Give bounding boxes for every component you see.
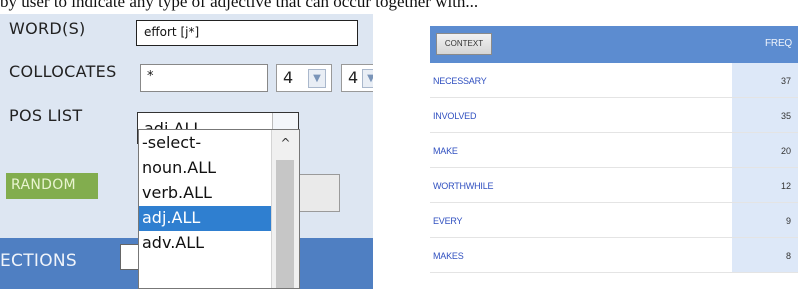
span-right-select[interactable]: 4 ▼ [341, 64, 373, 92]
freq-cell: 37 [732, 63, 798, 97]
pos-option-noun[interactable]: noun.ALL [139, 156, 271, 181]
table-row: MAKES 8 [430, 238, 798, 273]
span-left-value: 4 [283, 68, 294, 87]
results-table: CONTEXT FREQ NECESSARY 37 INVOLVED 35 MA… [430, 26, 798, 273]
pos-option-verb[interactable]: verb.ALL [139, 181, 271, 206]
freq-cell: 20 [732, 133, 798, 167]
span-left-select[interactable]: 4 ▼ [276, 64, 332, 92]
words-label: WORD(S) [9, 19, 86, 38]
table-row: INVOLVED 35 [430, 98, 798, 133]
result-freq: 35 [780, 111, 791, 121]
pos-option-adj[interactable]: adj.ALL [139, 206, 271, 231]
collocates-label: COLLOCATES [9, 62, 117, 81]
dropdown-scrollbar[interactable]: ^ [271, 130, 299, 288]
table-row: EVERY 9 [430, 203, 798, 238]
result-word-link[interactable]: NECESSARY [433, 76, 487, 86]
result-freq: 9 [785, 216, 791, 226]
table-row: NECESSARY 37 [430, 63, 798, 98]
result-freq: 8 [785, 251, 791, 261]
context-button[interactable]: CONTEXT [436, 33, 492, 55]
chevron-down-icon[interactable]: ▼ [308, 69, 326, 88]
freq-cell: 8 [732, 238, 798, 272]
result-word-link[interactable]: EVERY [433, 216, 463, 226]
results-header: CONTEXT FREQ [430, 26, 798, 63]
result-word-link[interactable]: INVOLVED [433, 111, 476, 121]
table-row: WORTHWHILE 12 [430, 168, 798, 203]
pos-option-select[interactable]: -select- [139, 131, 271, 156]
result-freq: 20 [780, 146, 791, 156]
pos-option-adv[interactable]: adv.ALL [139, 231, 271, 256]
pos-list-label: POS LIST [9, 106, 83, 125]
words-input[interactable]: effort [j*] [136, 20, 358, 46]
random-label[interactable]: RANDOM [6, 173, 98, 199]
freq-cell: 12 [732, 168, 798, 202]
intro-text: by user to indicate any type of adjectiv… [0, 0, 479, 11]
freq-cell: 9 [732, 203, 798, 237]
result-freq: 12 [780, 181, 791, 191]
span-right-value: 4 [348, 68, 359, 87]
scrollbar-thumb[interactable] [276, 160, 294, 288]
table-row: MAKE 20 [430, 133, 798, 168]
result-freq: 37 [780, 76, 791, 86]
sections-label: ECTIONS [0, 251, 77, 271]
freq-header: FREQ [765, 38, 792, 49]
chevron-down-icon[interactable]: ▼ [362, 69, 373, 88]
pos-dropdown-list[interactable]: -select- noun.ALL verb.ALL adj.ALL adv.A… [138, 129, 300, 289]
collocates-input[interactable]: * [140, 64, 268, 92]
result-word-link[interactable]: WORTHWHILE [433, 181, 494, 191]
freq-cell: 35 [732, 98, 798, 132]
result-word-link[interactable]: MAKE [433, 146, 458, 156]
chevron-up-icon[interactable]: ^ [272, 130, 299, 152]
result-word-link[interactable]: MAKES [433, 251, 464, 261]
